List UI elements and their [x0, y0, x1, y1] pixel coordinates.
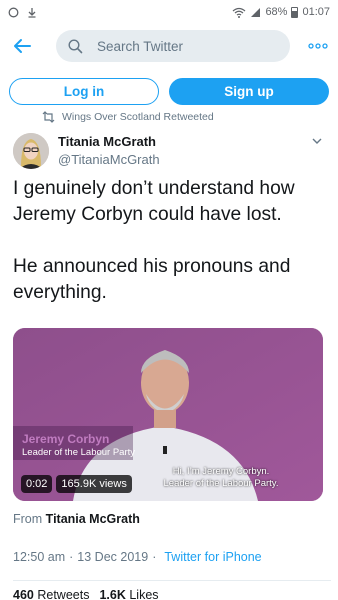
- tweet-time[interactable]: 12:50 am: [13, 550, 65, 564]
- signal-icon: [251, 7, 261, 17]
- avatar[interactable]: [13, 133, 49, 169]
- timestamp-separator: ·: [69, 550, 74, 564]
- source-app-link[interactable]: Twitter for iPhone: [164, 550, 261, 564]
- login-button[interactable]: Log in: [9, 78, 159, 105]
- engagement-stats: 460 Retweets 1.6K Likes: [13, 588, 159, 600]
- auth-row: Log in Sign up: [0, 78, 338, 106]
- lower-third-role: Leader of the Labour Party: [22, 447, 136, 458]
- retweets-stat[interactable]: 460 Retweets: [13, 588, 89, 600]
- retweets-count: 460: [13, 588, 34, 600]
- avatar-image: [13, 133, 49, 169]
- search-icon: [68, 38, 83, 53]
- lower-third-name: Jeremy Corbyn: [22, 432, 110, 446]
- tweet-date[interactable]: 13 Dec 2019: [77, 550, 148, 564]
- notification-circle-icon: [8, 7, 19, 17]
- video-views: 165.9K views: [56, 475, 132, 493]
- tweet-text: I genuinely don’t understand how Jeremy …: [13, 176, 331, 306]
- tweet-text-line-2: He announced his pronouns and everything…: [13, 256, 291, 303]
- battery-icon: [291, 6, 299, 18]
- retweet-context-label: Wings Over Scotland Retweeted: [62, 111, 214, 123]
- top-bar: Search Twitter: [0, 26, 338, 66]
- video-subtitle-line-2: Leader of the Labour Party.: [163, 478, 279, 489]
- status-bar: 68% 01:07: [0, 0, 338, 24]
- more-dots-icon: [308, 43, 328, 49]
- retweet-context[interactable]: Wings Over Scotland Retweeted: [42, 110, 214, 124]
- signup-button[interactable]: Sign up: [169, 78, 329, 105]
- timestamp-row: 12:50 am · 13 Dec 2019 · Twitter for iPh…: [13, 550, 262, 564]
- status-right: 68% 01:07: [232, 6, 330, 18]
- likes-label: Likes: [129, 588, 159, 600]
- display-name[interactable]: Titania McGrath: [58, 134, 156, 149]
- download-icon: [28, 7, 36, 18]
- likes-stat[interactable]: 1.6K Likes: [99, 588, 158, 600]
- video-info-badges: 0:02 165.9K views: [21, 475, 132, 493]
- video-duration: 0:02: [21, 475, 53, 493]
- search-input[interactable]: Search Twitter: [56, 30, 290, 62]
- video-player[interactable]: Jeremy Corbyn Leader of the Labour Party…: [13, 328, 323, 501]
- retweets-label: Retweets: [37, 588, 90, 600]
- from-author-link[interactable]: Titania McGrath: [46, 512, 140, 526]
- source-separator: ·: [152, 550, 157, 564]
- from-prefix: From: [13, 512, 43, 526]
- retweet-icon: [42, 111, 55, 123]
- handle[interactable]: @TitaniaMcGrath: [58, 152, 160, 167]
- wifi-icon: [233, 7, 246, 18]
- status-time: 01:07: [302, 6, 330, 18]
- chevron-down-icon: [312, 138, 322, 144]
- divider: [13, 580, 331, 581]
- search-placeholder: Search Twitter: [97, 38, 184, 54]
- more-options-button[interactable]: [304, 32, 332, 60]
- back-button[interactable]: [0, 26, 44, 66]
- back-arrow-icon: [14, 39, 31, 53]
- tweet-menu-button[interactable]: [310, 134, 324, 148]
- tweet-text-line-1: I genuinely don’t understand how Jeremy …: [13, 178, 295, 225]
- from-line: From Titania McGrath: [13, 512, 140, 526]
- battery-percent: 68%: [265, 6, 288, 18]
- video-subtitle-line-1: Hi, I’m Jeremy Corbyn.: [172, 466, 270, 477]
- likes-count: 1.6K: [99, 588, 126, 600]
- status-left-icons: [8, 7, 37, 18]
